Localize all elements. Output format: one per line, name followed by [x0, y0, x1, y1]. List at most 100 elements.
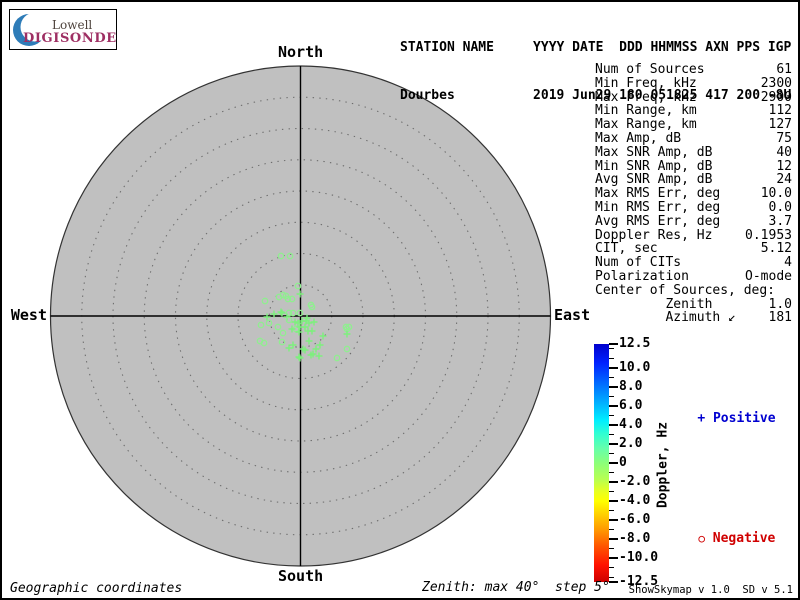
stat-row: Zenith 1.0	[595, 298, 792, 312]
colorbar-tick-label: -2.0	[619, 475, 650, 489]
stat-value: 0.1953	[745, 229, 792, 243]
stat-label: Polarization	[595, 270, 689, 284]
stat-row: Max RMS Err, deg 10.0	[595, 187, 792, 201]
stat-row: Doppler Res, Hz 0.1953	[595, 229, 792, 243]
colorbar-tick	[609, 405, 618, 407]
stat-row: Center of Sources, deg:	[595, 284, 792, 298]
colorbar-tick	[609, 348, 614, 349]
colorbar-tick	[609, 548, 614, 549]
stat-row: Min Freq, kHz 2300	[595, 77, 792, 91]
stat-value: 24	[776, 173, 792, 187]
stat-label: Min Freq, kHz	[595, 77, 697, 91]
stat-row: Max Amp, dB 75	[595, 132, 792, 146]
stat-row: Azimuth ↙181	[595, 311, 792, 325]
colorbar-tick-label: 4.0	[619, 418, 642, 432]
stat-value: 12	[776, 160, 792, 174]
stat-row: Max Range, km 127	[595, 118, 792, 132]
label-north: North	[278, 45, 323, 60]
colorbar-tick	[609, 500, 618, 502]
circle-marker-icon: ○	[698, 532, 705, 545]
colorbar-tick	[609, 529, 614, 530]
stat-value: 112	[769, 104, 792, 118]
legend-positive: + Positive	[666, 396, 776, 441]
stat-label: Avg RMS Err, deg	[595, 215, 720, 229]
coordinates-mode-label: Geographic coordinates	[10, 581, 182, 596]
stat-label: Center of Sources, deg:	[595, 284, 775, 298]
colorbar-gradient	[594, 344, 609, 582]
stat-label: Max Range, km	[595, 118, 697, 132]
colorbar-tick	[609, 472, 614, 473]
colorbar-tick	[609, 396, 614, 397]
colorbar-tick	[609, 453, 614, 454]
label-east: East	[554, 308, 590, 323]
stat-label: Doppler Res, Hz	[595, 229, 712, 243]
stat-value: 181	[769, 311, 792, 325]
colorbar-tick	[609, 538, 618, 540]
stat-label: Min SNR Amp, dB	[595, 160, 712, 174]
colorbar-tick	[609, 519, 618, 521]
version-label: ShowSkymap v 1.0 SD v 5.1	[629, 584, 793, 596]
label-south: South	[278, 569, 323, 584]
stat-row: Min Range, km 112	[595, 104, 792, 118]
stat-row: Max SNR Amp, dB40	[595, 146, 792, 160]
stat-value: 61	[776, 63, 792, 77]
stat-label: CIT, sec	[595, 242, 658, 256]
colorbar-tick-label: -4.0	[619, 494, 650, 508]
stat-label: Min Range, km	[595, 104, 697, 118]
stat-row: Num of Sources61	[595, 63, 792, 77]
logo-digisonde-text: DIGISONDE	[23, 32, 117, 46]
stat-label: Min RMS Err, deg	[595, 201, 720, 215]
stat-value: 40	[776, 146, 792, 160]
stat-value: 127	[769, 118, 792, 132]
stat-row: Polarization O-mode	[595, 270, 792, 284]
colorbar-tick	[609, 481, 618, 483]
plus-marker-icon: +	[697, 411, 705, 426]
stats-panel: Num of Sources61Min Freq, kHz2300Max Fre…	[595, 63, 792, 325]
showskymap-window: Lowell DIGISONDE STATION NAME YYYY DATE …	[0, 0, 800, 600]
colorbar-tick	[609, 377, 614, 378]
stat-value: 75	[776, 132, 792, 146]
colorbar-tick-label: -8.0	[619, 532, 650, 546]
colorbar-tick	[609, 557, 618, 559]
legend-positive-label: Positive	[713, 411, 776, 426]
colorbar-tick	[609, 358, 614, 359]
colorbar-tick-label: -10.0	[619, 551, 658, 565]
legend-positive-label-gap	[705, 411, 713, 426]
legend-negative-label: Negative	[713, 531, 776, 546]
colorbar-tick	[609, 367, 618, 369]
colorbar-tick-label: 0	[619, 456, 627, 470]
stat-row: Min RMS Err, deg0.0	[595, 201, 792, 215]
colorbar-tick-label: 8.0	[619, 380, 642, 394]
stat-value: 4	[784, 256, 792, 270]
stat-row: Min SNR Amp, dB 12	[595, 160, 792, 174]
stat-value: 2900	[761, 91, 792, 105]
stat-row: CIT, sec 5.12	[595, 242, 792, 256]
zenith-range-label: Zenith: max 40° step 5°	[422, 580, 610, 595]
stat-row: Max Freq, kHz 2900	[595, 91, 792, 105]
colorbar-tick-label: 6.0	[619, 399, 642, 413]
stat-value: 2300	[761, 77, 792, 91]
colorbar-tick	[609, 386, 618, 388]
stat-value: 5.12	[761, 242, 792, 256]
colorbar-tick	[609, 415, 614, 416]
station-header-columns: STATION NAME YYYY DATE DDD HHMMSS AXN PP…	[400, 40, 791, 56]
legend-negative-label-gap	[705, 531, 713, 546]
stat-row: Avg RMS Err, deg3.7	[595, 215, 792, 229]
legend-negative: ○ Negative	[667, 516, 775, 561]
colorbar-tick	[609, 443, 618, 445]
stat-value: 10.0	[761, 187, 792, 201]
colorbar-tick	[609, 577, 614, 578]
stat-label: Max Amp, dB	[595, 132, 681, 146]
stat-label: Max Freq, kHz	[595, 91, 697, 105]
stat-value: 1.0	[769, 298, 792, 312]
lowell-digisonde-logo: Lowell DIGISONDE	[9, 9, 117, 50]
stat-row: Num of CITs4	[595, 256, 792, 270]
colorbar-tick	[609, 581, 618, 583]
colorbar-tick-label: 10.0	[619, 361, 650, 375]
stat-label: Zenith	[595, 298, 712, 312]
colorbar-tick-label: -6.0	[619, 513, 650, 527]
colorbar-tick	[609, 434, 614, 435]
stat-label: Max RMS Err, deg	[595, 187, 720, 201]
colorbar-tick-label: 2.0	[619, 437, 642, 451]
stat-value: O-mode	[745, 270, 792, 284]
